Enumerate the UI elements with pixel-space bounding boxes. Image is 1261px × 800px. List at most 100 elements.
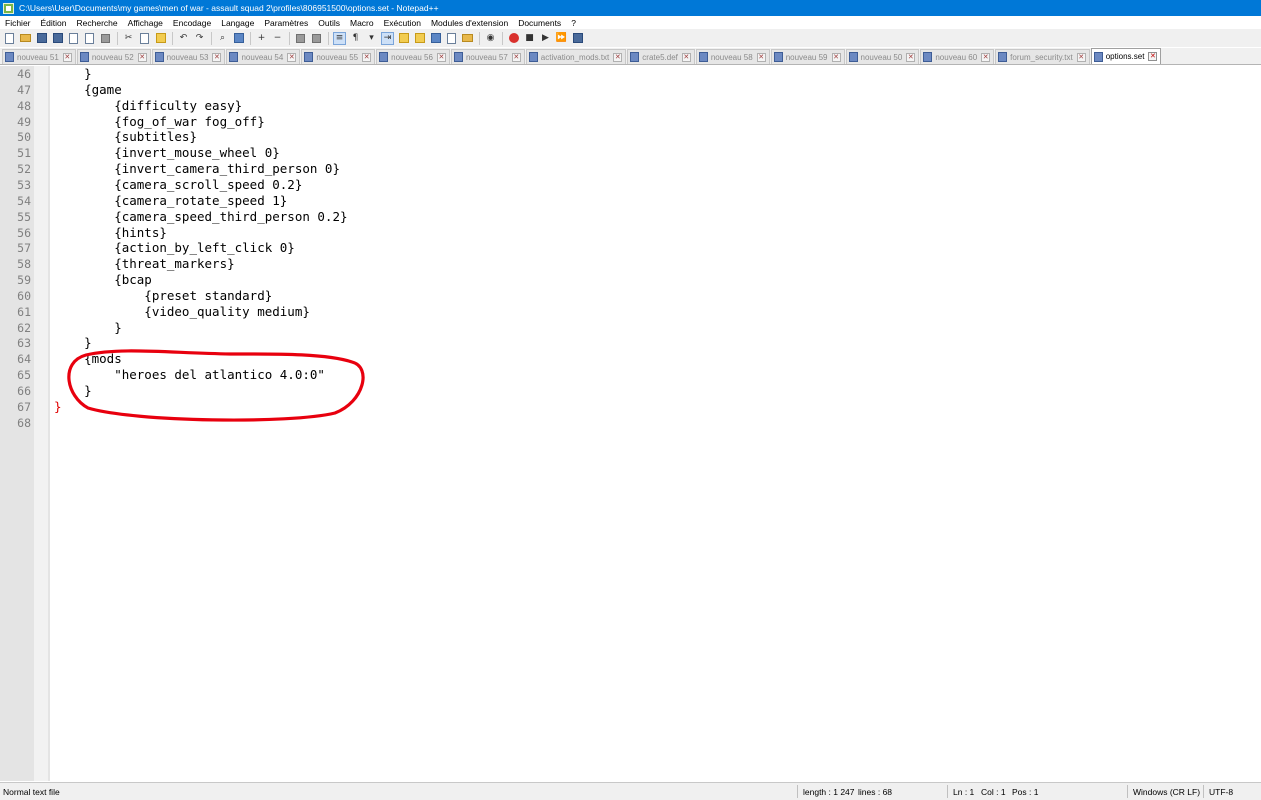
file-tab[interactable]: options.set ✕ — [1090, 48, 1162, 64]
monitoring-eye-icon[interactable]: ◉ — [484, 32, 497, 45]
notepadpp-app-icon[interactable] — [3, 2, 14, 14]
code-line[interactable]: } — [54, 320, 122, 336]
tab-close-icon[interactable]: ✕ — [287, 52, 297, 62]
undo-icon[interactable]: ↶ — [177, 32, 190, 45]
code-line[interactable]: } — [54, 383, 92, 399]
code-line[interactable]: {hints} — [54, 225, 167, 241]
code-line[interactable]: {mods — [54, 351, 122, 367]
find-icon[interactable]: ⌕ — [216, 32, 229, 45]
file-tab[interactable]: crate5.def ✕ — [627, 49, 695, 64]
menu-item[interactable]: Modules d'extension — [426, 18, 513, 28]
document-list-icon[interactable] — [429, 32, 442, 45]
file-tab[interactable]: nouveau 53 ✕ — [151, 49, 226, 64]
tab-close-icon[interactable]: ✕ — [681, 52, 691, 62]
cut-icon[interactable]: ✂ — [122, 32, 135, 45]
code-line[interactable]: {preset standard} — [54, 288, 272, 304]
code-line[interactable]: {action_by_left_click 0} — [54, 240, 295, 256]
new-file-icon[interactable] — [3, 32, 16, 45]
print-icon[interactable] — [99, 32, 112, 45]
code-line[interactable]: {subtitles} — [54, 129, 197, 145]
tab-close-icon[interactable]: ✕ — [362, 52, 372, 62]
fold-margin[interactable] — [34, 66, 48, 781]
zoom-out-icon[interactable]: − — [271, 32, 284, 45]
replace-icon[interactable] — [232, 32, 245, 45]
file-tab[interactable]: nouveau 55 ✕ — [301, 49, 376, 64]
dropdown-arrow-icon[interactable]: ▾ — [365, 32, 378, 45]
code-line[interactable]: {difficulty easy} — [54, 98, 242, 114]
code-line[interactable]: } — [54, 399, 62, 415]
status-encoding[interactable]: UTF-8 — [1209, 787, 1233, 797]
tab-close-icon[interactable]: ✕ — [212, 52, 222, 62]
tab-close-icon[interactable]: ✕ — [831, 52, 841, 62]
code-line[interactable]: {camera_rotate_speed 1} — [54, 193, 287, 209]
indent-guide-icon[interactable]: ⇥ — [381, 31, 394, 45]
code-line[interactable]: } — [54, 335, 92, 351]
menu-item[interactable]: Encodage — [168, 18, 216, 28]
status-eol-format[interactable]: Windows (CR LF) — [1133, 787, 1200, 797]
macro-play-icon[interactable]: ▶ — [539, 32, 552, 45]
language-icon[interactable] — [397, 32, 410, 45]
file-tab[interactable]: activation_mods.txt ✕ — [525, 49, 627, 64]
menu-item[interactable]: Exécution — [379, 18, 426, 28]
menu-item[interactable]: Fichier — [0, 18, 36, 28]
file-tab[interactable]: nouveau 59 ✕ — [770, 49, 845, 64]
tab-close-icon[interactable]: ✕ — [906, 52, 916, 62]
file-tab[interactable]: nouveau 50 ✕ — [845, 49, 920, 64]
code-line[interactable]: {camera_scroll_speed 0.2} — [54, 177, 302, 193]
code-line[interactable]: "heroes del atlantico 4.0:0" — [54, 367, 325, 383]
save-all-icon[interactable] — [51, 32, 64, 45]
code-line[interactable]: {fog_of_war fog_off} — [54, 114, 265, 130]
tab-close-icon[interactable]: ✕ — [62, 52, 72, 62]
function-list-icon[interactable] — [445, 32, 458, 45]
document-map-icon[interactable] — [413, 32, 426, 45]
close-icon[interactable] — [67, 32, 80, 45]
file-tab[interactable]: forum_security.txt ✕ — [995, 49, 1090, 64]
macro-save-icon[interactable] — [571, 32, 584, 45]
tab-close-icon[interactable]: ✕ — [137, 52, 147, 62]
code-line[interactable]: {invert_mouse_wheel 0} — [54, 145, 280, 161]
save-icon[interactable] — [35, 32, 48, 45]
redo-icon[interactable]: ↷ — [193, 32, 206, 45]
zoom-in-icon[interactable]: + — [255, 32, 268, 45]
file-tab[interactable]: nouveau 58 ✕ — [695, 49, 770, 64]
menu-item[interactable]: Paramètres — [259, 18, 313, 28]
file-tab[interactable]: nouveau 52 ✕ — [76, 49, 151, 64]
tab-close-icon[interactable]: ✕ — [613, 52, 623, 62]
menu-item[interactable]: Édition — [36, 18, 72, 28]
close-all-icon[interactable] — [83, 32, 96, 45]
menu-item[interactable]: Langage — [216, 18, 259, 28]
tab-close-icon[interactable]: ✕ — [436, 52, 446, 62]
copy-icon[interactable] — [138, 32, 151, 45]
menu-item[interactable]: Documents — [513, 18, 566, 28]
file-tab[interactable]: nouveau 54 ✕ — [226, 49, 301, 64]
menu-item[interactable]: Outils — [313, 18, 345, 28]
menu-item[interactable]: Macro — [345, 18, 379, 28]
tab-close-icon[interactable]: ✕ — [756, 52, 766, 62]
code-line[interactable]: } — [54, 66, 92, 82]
file-tab[interactable]: nouveau 56 ✕ — [376, 49, 450, 64]
code-line[interactable]: {video_quality medium} — [54, 304, 310, 320]
folder-workspace-icon[interactable] — [461, 32, 474, 45]
editor[interactable]: 46 47 48 49 50 51 52 53 54 55 56 57 58 59 60 61 62 63 64 65… — [0, 66, 1261, 781]
macro-record-icon[interactable] — [507, 32, 520, 45]
code-line[interactable]: {camera_speed_third_person 0.2} — [54, 209, 347, 225]
menu-item[interactable]: ? — [566, 18, 581, 28]
menu-item[interactable]: Recherche — [72, 18, 123, 28]
tab-close-icon[interactable]: ✕ — [511, 52, 521, 62]
tab-close-icon[interactable]: ✕ — [1076, 52, 1086, 62]
paste-icon[interactable] — [154, 32, 167, 45]
sync-horizontal-icon[interactable] — [310, 32, 323, 45]
open-file-icon[interactable] — [19, 32, 32, 45]
macro-run-multiple-icon[interactable]: ⏩ — [555, 32, 568, 45]
code-line[interactable]: {threat_markers} — [54, 256, 234, 272]
macro-stop-icon[interactable]: ■ — [523, 32, 536, 45]
sync-vertical-icon[interactable] — [294, 32, 307, 45]
file-tab[interactable]: nouveau 57 ✕ — [450, 49, 525, 64]
code-line[interactable]: {game — [54, 82, 122, 98]
code-line[interactable]: {bcap — [54, 272, 152, 288]
tab-close-icon[interactable]: ✕ — [1148, 52, 1158, 61]
code-line[interactable]: {invert_camera_third_person 0} — [54, 161, 340, 177]
menu-item[interactable]: Affichage — [123, 18, 168, 28]
file-tab[interactable]: nouveau 60 ✕ — [920, 49, 995, 64]
file-tab[interactable]: nouveau 51 ✕ — [2, 49, 76, 64]
